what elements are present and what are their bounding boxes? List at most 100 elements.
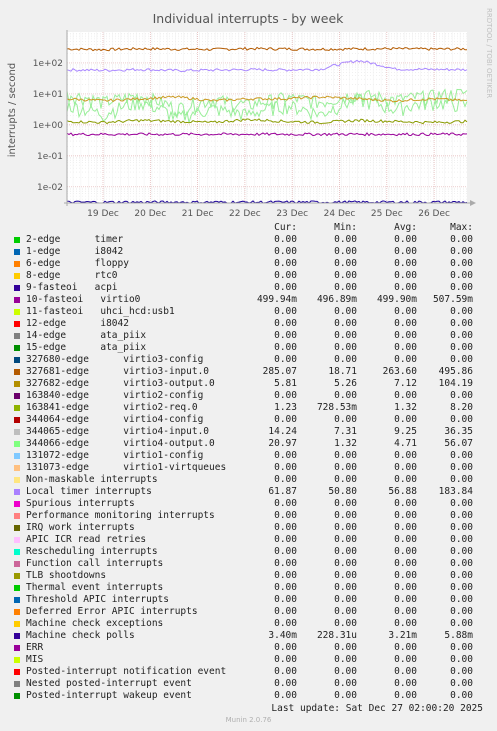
legend-label: 15-edge ata_piix — [26, 342, 147, 353]
legend-label: Machine check exceptions — [26, 618, 164, 629]
legend-row: 327680-edge virtio3-config 0.00 0.00 0.00 0.… — [0, 354, 497, 366]
legend-max: 0.00 — [450, 282, 473, 293]
legend-label: 9-fasteoi acpi — [26, 282, 118, 293]
x-ticks: 19 Dec 20 Dec 21 Dec 22 Dec 23 Dec 24 Dec 25 D… — [87, 209, 450, 219]
x-tick-label: 22 Dec — [229, 209, 261, 219]
legend-max: 0.00 — [450, 594, 473, 605]
legend-row: Threshold APIC interrupts 0.00 0.00 0.00 0.0… — [0, 594, 497, 606]
legend-label: Posted-interrupt wakeup event — [26, 690, 192, 701]
legend-row: Function call interrupts 0.00 0.00 0.00 0.00 — [0, 558, 497, 570]
legend-swatch — [14, 477, 20, 483]
legend-label: 6-edge floppy — [26, 258, 129, 269]
y-tick-label: 1e-02 — [37, 183, 63, 193]
legend-header-max: Max: — [450, 222, 473, 233]
legend-swatch — [14, 429, 20, 435]
legend-row: 163841-edge virtio2-req.0 1.23 728.53m 1.32… — [0, 402, 497, 414]
legend-max: 0.00 — [450, 678, 473, 689]
legend-max: 0.00 — [450, 258, 473, 269]
legend-label: Threshold APIC interrupts — [26, 594, 169, 605]
legend-swatch — [14, 525, 20, 531]
legend-label: Nested posted-interrupt event — [26, 678, 192, 689]
legend-swatch — [14, 453, 20, 459]
legend-label: 131073-edge virtio1-virtqueues — [26, 462, 227, 473]
legend-swatch — [14, 609, 20, 615]
legend-max: 0.00 — [450, 414, 473, 425]
legend-label: TLB shootdowns — [26, 570, 107, 581]
legend-max: 0.00 — [450, 510, 473, 521]
legend-header: Cur: Min: Avg: Max: — [0, 222, 497, 234]
legend-swatch — [14, 381, 20, 387]
legend-swatch — [14, 297, 20, 303]
legend-label: 163840-edge virtio2-config — [26, 390, 204, 401]
rrdtool-watermark: RRDTOOL / TOBI OETIKER — [485, 8, 493, 98]
legend-max: 183.84 — [438, 486, 473, 497]
legend-row: 1-edge i8042 0.00 0.00 0.00 0.00 — [0, 246, 497, 258]
legend-max: 0.00 — [450, 498, 473, 509]
legend-swatch — [14, 237, 20, 243]
legend-swatch — [14, 633, 20, 639]
legend-swatch — [14, 465, 20, 471]
x-tick-label: 26 Dec — [418, 209, 450, 219]
y-axis-label: interrupts / second — [7, 63, 18, 157]
legend-label: 14-edge ata_piix — [26, 330, 147, 341]
legend-swatch — [14, 585, 20, 591]
legend-label: 2-edge timer — [26, 234, 124, 245]
legend-swatch — [14, 393, 20, 399]
legend-swatch — [14, 645, 20, 651]
legend-label: Spurious interrupts — [26, 498, 135, 509]
legend-swatch — [14, 369, 20, 375]
y-tick-label: 1e+00 — [33, 121, 64, 131]
y-tick-label: 1e+01 — [33, 90, 63, 100]
legend-max: 0.00 — [450, 654, 473, 665]
legend-max: 495.86 — [438, 366, 473, 377]
legend-swatch — [14, 261, 20, 267]
legend-row: 344066-edge virtio4-output.0 20.97 1.32 4.7… — [0, 438, 497, 450]
legend-max: 0.00 — [450, 534, 473, 545]
legend-max: 0.00 — [450, 234, 473, 245]
legend-max: 0.00 — [450, 582, 473, 593]
legend-swatch — [14, 345, 20, 351]
legend-swatch — [14, 441, 20, 447]
legend-row: Machine check polls 3.40m 228.31u 3.21m 5.88… — [0, 630, 497, 642]
legend-max: 36.35 — [444, 426, 473, 437]
legend-max: 0.00 — [450, 270, 473, 281]
legend-swatch — [14, 597, 20, 603]
legend-row: Rescheduling interrupts 0.00 0.00 0.00 0.00 — [0, 546, 497, 558]
legend-max: 0.00 — [450, 354, 473, 365]
x-tick-label: 20 Dec — [134, 209, 166, 219]
legend-label: MIS — [26, 654, 44, 665]
legend-label: Performance monitoring interrupts — [26, 510, 215, 521]
legend-row: 11-fasteoi uhci_hcd:usb1 0.00 0.00 0.00 0.00 — [0, 306, 497, 318]
legend-label: 344064-edge virtio4-config — [26, 414, 204, 425]
legend-swatch — [14, 333, 20, 339]
legend-row: ERR 0.00 0.00 0.00 0.00 — [0, 642, 497, 654]
legend-max: 0.00 — [450, 558, 473, 569]
legend-max: 0.00 — [450, 570, 473, 581]
legend-row: 6-edge floppy 0.00 0.00 0.00 0.00 — [0, 258, 497, 270]
legend-row: Posted-interrupt notification event 0.00 0… — [0, 666, 497, 678]
legend-label: ERR — [26, 642, 44, 653]
last-update: Last update: Sat Dec 27 02:00:20 2025 — [271, 703, 483, 714]
x-tick-label: 19 Dec — [87, 209, 119, 219]
legend-row: Spurious interrupts 0.00 0.00 0.00 0.00 — [0, 498, 497, 510]
legend-row: 163840-edge virtio2-config 0.00 0.00 0.00 0.… — [0, 390, 497, 402]
legend-max: 104.19 — [438, 378, 473, 389]
legend-swatch — [14, 669, 20, 675]
legend-swatch — [14, 285, 20, 291]
legend-label: 327682-edge virtio3-output.0 — [26, 378, 215, 389]
legend-max: 0.00 — [450, 306, 473, 317]
chart-title: Individual interrupts - by week — [153, 11, 345, 26]
y-ticks: 1e+02 1e+01 1e+00 1e-01 1e-02 — [33, 59, 64, 193]
legend-label: Local timer interrupts — [26, 486, 152, 497]
legend-swatch — [14, 417, 20, 423]
legend-row: 131072-edge virtio1-config 0.00 0.00 0.00 0.… — [0, 450, 497, 462]
legend-max: 0.00 — [450, 318, 473, 329]
legend-label: Function call interrupts — [26, 558, 164, 569]
x-tick-label: 23 Dec — [276, 209, 308, 219]
legend-swatch — [14, 657, 20, 663]
legend-swatch — [14, 357, 20, 363]
legend-label: 10-fasteoi virtio0 — [26, 294, 141, 305]
legend-max: 0.00 — [450, 690, 473, 701]
legend-label: 163841-edge virtio2-req.0 — [26, 402, 198, 413]
legend-row: Nested posted-interrupt event 0.00 0.00 0.0… — [0, 678, 497, 690]
